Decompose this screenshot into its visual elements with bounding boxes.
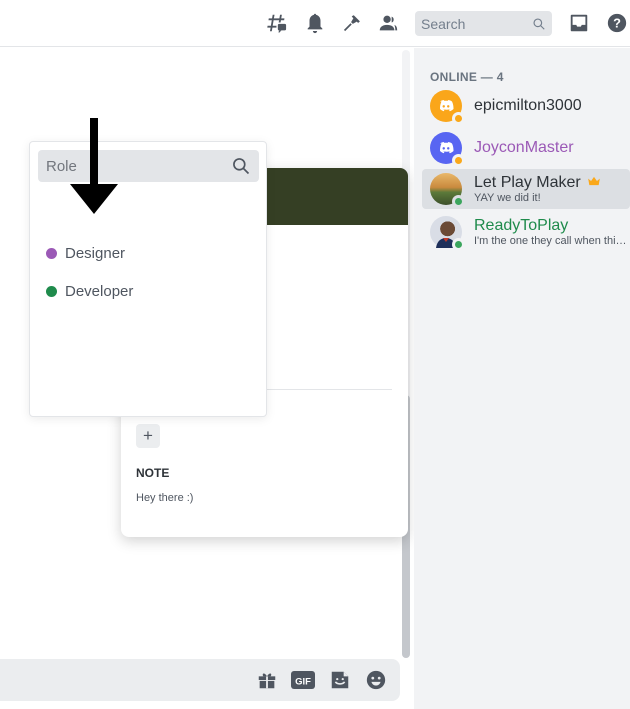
add-role-button[interactable]: +: [136, 424, 160, 448]
member-item-readytoplay[interactable]: ReadyToPlay I'm the one they call when t…: [422, 212, 630, 252]
inbox-icon[interactable]: [567, 11, 591, 35]
down-arrow-annotation: [70, 118, 118, 214]
member-item-joyconmaster[interactable]: JoyconMaster: [422, 128, 630, 168]
avatar: [430, 173, 465, 208]
role-option-designer[interactable]: Designer: [38, 239, 259, 267]
member-status-text: I'm the one they call when thin...: [474, 234, 630, 247]
gif-icon[interactable]: GIF: [291, 669, 315, 691]
member-item-epicmilton3000[interactable]: epicmilton3000: [422, 86, 630, 126]
role-color-dot: [46, 247, 57, 259]
search-bar[interactable]: [415, 11, 552, 36]
online-header: ONLINE — 4: [430, 70, 504, 84]
role-name: Developer: [65, 282, 134, 300]
avatar: [430, 90, 465, 125]
idle-status-icon: [452, 112, 465, 125]
online-status-icon: [452, 238, 465, 251]
svg-text:GIF: GIF: [295, 677, 311, 688]
crown-icon: [588, 176, 601, 185]
note-input[interactable]: [136, 492, 386, 504]
member-list-icon[interactable]: [376, 11, 400, 35]
search-input[interactable]: [421, 15, 531, 32]
gift-icon[interactable]: [255, 669, 279, 691]
member-status-text: YAY we did it!: [474, 191, 541, 204]
role-color-dot: [46, 285, 57, 297]
member-name: ReadyToPlay: [474, 216, 569, 234]
sticker-icon[interactable]: [328, 669, 352, 691]
discord-logo-icon: [440, 142, 454, 154]
svg-text:?: ?: [613, 16, 621, 31]
discord-logo-icon: [440, 100, 454, 112]
threads-icon[interactable]: [264, 11, 288, 35]
avatar: [430, 132, 465, 167]
avatar: [430, 216, 465, 251]
search-icon: [533, 17, 545, 30]
role-option-developer[interactable]: Developer: [38, 277, 259, 305]
role-picker-popout: Designer Developer: [29, 141, 267, 417]
member-name: epicmilton3000: [474, 97, 582, 114]
search-icon: [233, 158, 250, 175]
online-status-icon: [452, 195, 465, 208]
idle-status-icon: [452, 154, 465, 167]
help-icon[interactable]: ?: [605, 11, 629, 35]
bell-icon[interactable]: [303, 11, 327, 35]
emoji-icon[interactable]: [364, 669, 388, 691]
note-heading: NOTE: [136, 466, 170, 480]
member-item-let-play-maker[interactable]: Let Play Maker YAY we did it!: [422, 169, 630, 209]
member-name: JoyconMaster: [474, 139, 574, 156]
member-name: Let Play Maker: [474, 173, 581, 191]
role-name: Designer: [65, 244, 126, 262]
pin-icon[interactable]: [340, 11, 364, 35]
